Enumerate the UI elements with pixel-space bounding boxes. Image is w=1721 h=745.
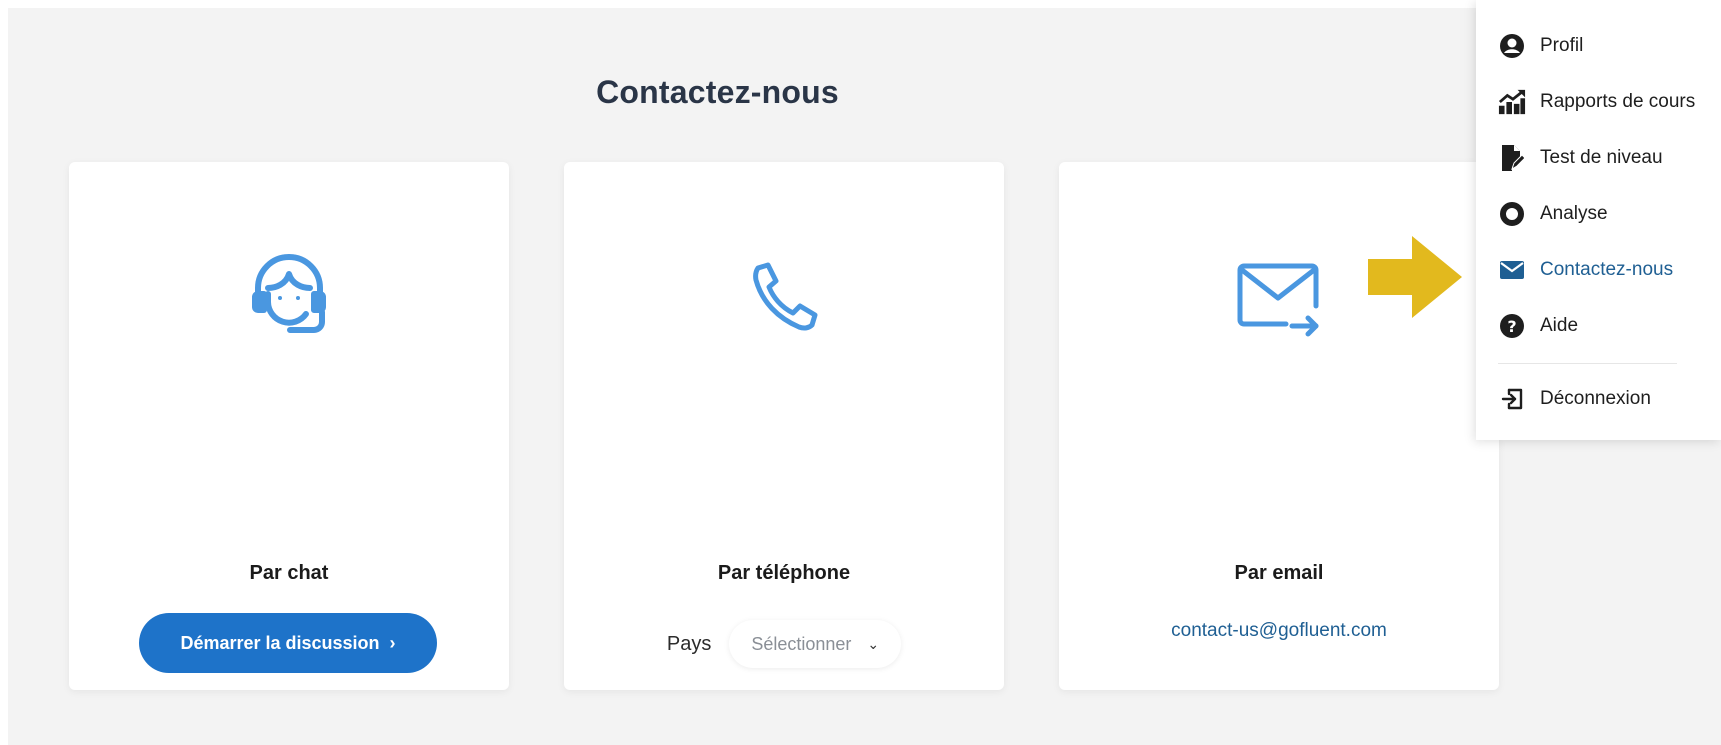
menu-item-test[interactable]: Test de niveau bbox=[1498, 138, 1721, 178]
phone-icon bbox=[753, 262, 818, 331]
user-menu: Profil Rapports de cours Test de niveau … bbox=[1476, 0, 1721, 440]
country-label: Pays bbox=[666, 632, 712, 655]
chevron-right-icon: › bbox=[389, 632, 396, 653]
page-title: Contactez-nous bbox=[596, 74, 839, 110]
start-chat-label: Démarrer la discussion bbox=[180, 632, 380, 653]
headset-icon bbox=[252, 254, 326, 333]
menu-item-rapports[interactable]: Rapports de cours bbox=[1498, 82, 1721, 122]
menu-divider bbox=[1498, 363, 1677, 364]
menu-item-label: Aide bbox=[1540, 315, 1579, 336]
chevron-down-icon: ⌄ bbox=[867, 635, 880, 652]
menu-item-label: Rapports de cours bbox=[1540, 91, 1696, 112]
menu-item-aide[interactable]: ? Aide bbox=[1498, 306, 1721, 346]
question-circle-icon: ? bbox=[1498, 312, 1526, 340]
chat-card: Par chat Démarrer la discussion › bbox=[69, 162, 509, 690]
pointer-arrow-icon bbox=[1368, 236, 1462, 318]
ring-chart-icon bbox=[1498, 200, 1526, 228]
menu-item-analyse[interactable]: Analyse bbox=[1498, 194, 1721, 234]
logout-icon bbox=[1498, 385, 1526, 413]
envelope-icon bbox=[1498, 256, 1526, 284]
menu-item-label: Test de niveau bbox=[1540, 147, 1663, 168]
document-edit-icon bbox=[1498, 144, 1526, 172]
phone-card-title: Par téléphone bbox=[717, 562, 851, 584]
user-circle-icon bbox=[1498, 32, 1526, 60]
phone-card: Par téléphone Pays Sélectionner ⌄ bbox=[564, 162, 1004, 690]
menu-item-label: Contactez-nous bbox=[1540, 259, 1674, 280]
menu-item-label: Analyse bbox=[1540, 203, 1608, 224]
mail-send-icon bbox=[1237, 263, 1319, 337]
menu-item-label: Profil bbox=[1540, 35, 1584, 56]
country-select-value: Sélectionner bbox=[751, 633, 852, 654]
menu-item-label: Déconnexion bbox=[1540, 388, 1651, 409]
menu-item-logout[interactable]: Déconnexion bbox=[1498, 379, 1721, 419]
menu-item-profil[interactable]: Profil bbox=[1498, 26, 1721, 66]
start-chat-button[interactable]: Démarrer la discussion › bbox=[139, 613, 437, 673]
email-link[interactable]: contact-us@gofluent.com bbox=[1059, 620, 1499, 642]
menu-item-contact[interactable]: Contactez-nous bbox=[1498, 250, 1721, 290]
country-row: Pays Sélectionner ⌄ bbox=[564, 620, 1004, 668]
email-card-title: Par email bbox=[1234, 562, 1324, 584]
country-select[interactable]: Sélectionner ⌄ bbox=[729, 620, 902, 668]
chart-up-icon bbox=[1498, 88, 1526, 116]
chat-card-title: Par chat bbox=[249, 562, 329, 584]
svg-text:?: ? bbox=[1507, 317, 1516, 336]
